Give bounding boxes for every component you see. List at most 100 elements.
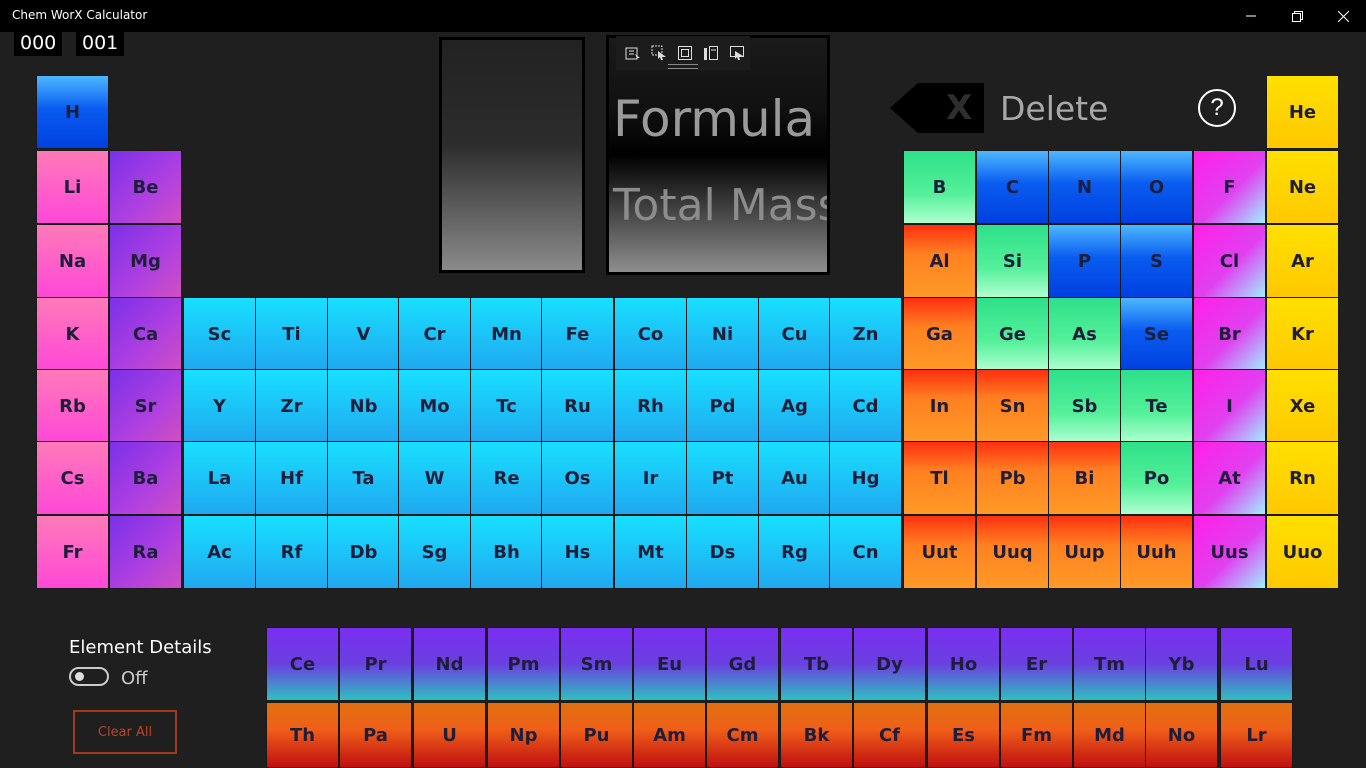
element-tile-cd[interactable]: Cd xyxy=(829,369,902,443)
element-tile-ga[interactable]: Ga xyxy=(903,297,976,371)
element-tile-ra[interactable]: Ra xyxy=(109,515,182,589)
element-tile-rb[interactable]: Rb xyxy=(36,369,109,443)
element-tile-os[interactable]: Os xyxy=(541,441,614,515)
element-tile-fe[interactable]: Fe xyxy=(541,297,614,371)
element-tile-fm[interactable]: Fm xyxy=(1000,702,1073,768)
element-tile-lu[interactable]: Lu xyxy=(1220,627,1293,701)
element-tile-ds[interactable]: Ds xyxy=(686,515,759,589)
element-tile-rf[interactable]: Rf xyxy=(255,515,328,589)
element-tile-er[interactable]: Er xyxy=(1000,627,1073,701)
restore-button[interactable] xyxy=(1274,0,1320,32)
element-tile-c[interactable]: C xyxy=(976,150,1049,224)
element-tile-eu[interactable]: Eu xyxy=(633,627,706,701)
element-tile-no[interactable]: No xyxy=(1145,702,1218,768)
element-tile-bh[interactable]: Bh xyxy=(470,515,543,589)
close-button[interactable] xyxy=(1320,0,1366,32)
element-tile-hs[interactable]: Hs xyxy=(541,515,614,589)
element-tile-sb[interactable]: Sb xyxy=(1048,369,1121,443)
select-element-icon[interactable] xyxy=(622,42,644,64)
element-tile-ar[interactable]: Ar xyxy=(1266,224,1339,298)
element-tile-ta[interactable]: Ta xyxy=(327,441,400,515)
toolbar-grip[interactable] xyxy=(668,64,698,69)
element-tile-am[interactable]: Am xyxy=(633,702,706,768)
element-tile-al[interactable]: Al xyxy=(903,224,976,298)
element-tile-ge[interactable]: Ge xyxy=(976,297,1049,371)
element-tile-au[interactable]: Au xyxy=(758,441,831,515)
element-tile-in[interactable]: In xyxy=(903,369,976,443)
element-tile-kr[interactable]: Kr xyxy=(1266,297,1339,371)
element-tile-lr[interactable]: Lr xyxy=(1220,702,1293,768)
element-tile-as[interactable]: As xyxy=(1048,297,1121,371)
element-tile-sg[interactable]: Sg xyxy=(398,515,471,589)
element-tile-o[interactable]: O xyxy=(1120,150,1193,224)
element-tile-cs[interactable]: Cs xyxy=(36,441,109,515)
element-tile-w[interactable]: W xyxy=(398,441,471,515)
layout-adorner-icon[interactable] xyxy=(674,42,696,64)
element-tile-hf[interactable]: Hf xyxy=(255,441,328,515)
element-details-toggle[interactable] xyxy=(69,667,109,686)
element-tile-pt[interactable]: Pt xyxy=(686,441,759,515)
element-tile-k[interactable]: K xyxy=(36,297,109,371)
element-tile-rh[interactable]: Rh xyxy=(614,369,687,443)
element-tile-ti[interactable]: Ti xyxy=(255,297,328,371)
element-tile-nd[interactable]: Nd xyxy=(413,627,486,701)
element-tile-hg[interactable]: Hg xyxy=(829,441,902,515)
element-tile-p[interactable]: P xyxy=(1048,224,1121,298)
element-tile-br[interactable]: Br xyxy=(1193,297,1266,371)
clear-all-button[interactable]: Clear All xyxy=(73,710,177,754)
element-tile-po[interactable]: Po xyxy=(1120,441,1193,515)
pointer-select-icon[interactable] xyxy=(648,42,670,64)
element-tile-ag[interactable]: Ag xyxy=(758,369,831,443)
element-tile-li[interactable]: Li xyxy=(36,150,109,224)
element-tile-pb[interactable]: Pb xyxy=(976,441,1049,515)
element-tile-la[interactable]: La xyxy=(183,441,256,515)
element-tile-ne[interactable]: Ne xyxy=(1266,150,1339,224)
element-tile-sr[interactable]: Sr xyxy=(109,369,182,443)
element-tile-ac[interactable]: Ac xyxy=(183,515,256,589)
element-tile-zn[interactable]: Zn xyxy=(829,297,902,371)
element-tile-cu[interactable]: Cu xyxy=(758,297,831,371)
element-tile-uus[interactable]: Uus xyxy=(1193,515,1266,589)
element-tile-cr[interactable]: Cr xyxy=(398,297,471,371)
help-button[interactable]: ? xyxy=(1198,89,1236,127)
element-tile-np[interactable]: Np xyxy=(487,702,560,768)
element-tile-uuh[interactable]: Uuh xyxy=(1120,515,1193,589)
element-tile-si[interactable]: Si xyxy=(976,224,1049,298)
element-tile-te[interactable]: Te xyxy=(1120,369,1193,443)
element-tile-h[interactable]: H xyxy=(36,75,109,149)
element-tile-n[interactable]: N xyxy=(1048,150,1121,224)
element-tile-f[interactable]: F xyxy=(1193,150,1266,224)
element-tile-th[interactable]: Th xyxy=(266,702,339,768)
element-tile-cl[interactable]: Cl xyxy=(1193,224,1266,298)
element-tile-nb[interactable]: Nb xyxy=(327,369,400,443)
element-tile-gd[interactable]: Gd xyxy=(706,627,779,701)
element-tile-es[interactable]: Es xyxy=(927,702,1000,768)
element-tile-rn[interactable]: Rn xyxy=(1266,441,1339,515)
element-tile-db[interactable]: Db xyxy=(327,515,400,589)
element-tile-se[interactable]: Se xyxy=(1120,297,1193,371)
element-tile-yb[interactable]: Yb xyxy=(1145,627,1218,701)
element-tile-xe[interactable]: Xe xyxy=(1266,369,1339,443)
display-layout-icon[interactable] xyxy=(726,42,748,64)
element-tile-u[interactable]: U xyxy=(413,702,486,768)
element-tile-pa[interactable]: Pa xyxy=(339,702,412,768)
element-tile-mn[interactable]: Mn xyxy=(470,297,543,371)
element-tile-ba[interactable]: Ba xyxy=(109,441,182,515)
element-tile-rg[interactable]: Rg xyxy=(758,515,831,589)
element-tile-tb[interactable]: Tb xyxy=(780,627,853,701)
element-tile-ru[interactable]: Ru xyxy=(541,369,614,443)
element-tile-re[interactable]: Re xyxy=(470,441,543,515)
element-tile-y[interactable]: Y xyxy=(183,369,256,443)
element-tile-cf[interactable]: Cf xyxy=(853,702,926,768)
element-tile-ho[interactable]: Ho xyxy=(927,627,1000,701)
element-tile-pm[interactable]: Pm xyxy=(487,627,560,701)
element-tile-tl[interactable]: Tl xyxy=(903,441,976,515)
element-tile-uuq[interactable]: Uuq xyxy=(976,515,1049,589)
element-tile-s[interactable]: S xyxy=(1120,224,1193,298)
minimize-button[interactable] xyxy=(1228,0,1274,32)
element-tile-na[interactable]: Na xyxy=(36,224,109,298)
element-tile-ca[interactable]: Ca xyxy=(109,297,182,371)
element-tile-sc[interactable]: Sc xyxy=(183,297,256,371)
element-tile-sn[interactable]: Sn xyxy=(976,369,1049,443)
element-tile-be[interactable]: Be xyxy=(109,150,182,224)
